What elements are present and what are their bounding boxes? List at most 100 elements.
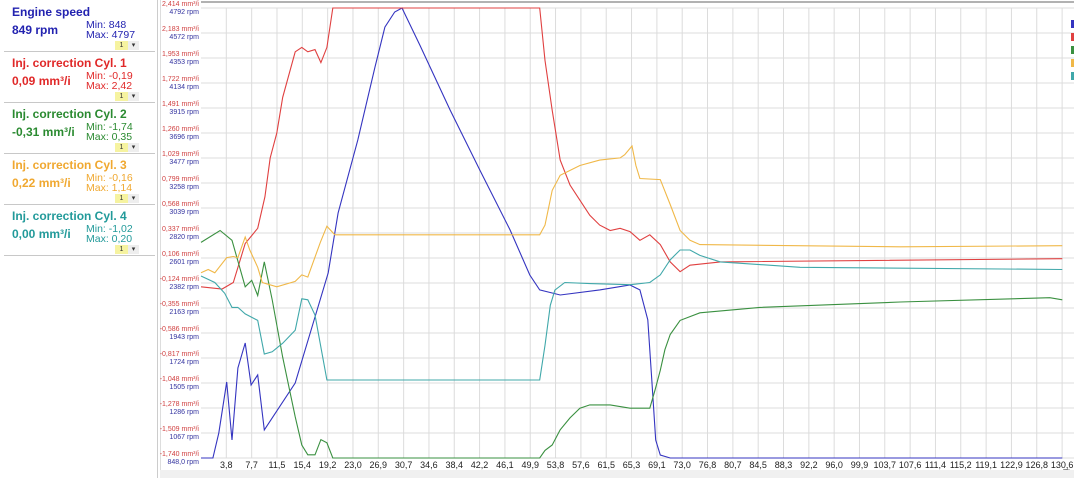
channel-value: 849 rpm: [12, 23, 59, 37]
x-tick-label: 103,7: [874, 460, 897, 470]
x-tick-label: 107,6: [899, 460, 922, 470]
x-tick-label: 53,8: [547, 460, 565, 470]
horizontal-scrollbar[interactable]: [160, 470, 1074, 478]
y-left-tick-label: -1,048 mm³/i: [160, 376, 199, 383]
x-tick-label: 119,1: [975, 460, 997, 470]
x-tick-label: 38,4: [445, 460, 463, 470]
channel-title: Engine speed: [12, 5, 91, 19]
y-right-tick-label: 4792 rpm: [169, 9, 199, 16]
scale-value: 1: [115, 41, 128, 50]
channel-max: Max: 0,35: [86, 131, 133, 143]
y-left-tick-label: -0,586 mm³/i: [160, 326, 199, 333]
x-tick-label: 3,8: [220, 460, 233, 470]
chevron-down-icon: ▾: [128, 245, 139, 254]
y-left-tick-label: 2,183 mm³/i: [162, 26, 199, 33]
y-right-tick-label: 3696 rpm: [169, 134, 199, 141]
x-tick-label: 76,8: [699, 460, 717, 470]
y-right-tick-label: 1067 rpm: [169, 434, 199, 441]
x-tick-label: 49,9: [521, 460, 539, 470]
chevron-down-icon: ▾: [128, 143, 139, 152]
x-tick-label: 92,2: [800, 460, 818, 470]
y-left-tick-label: 0,799 mm³/i: [162, 176, 199, 183]
x-tick-label: 11,5: [269, 460, 286, 470]
channel-title: Inj. correction Cyl. 3: [12, 158, 127, 172]
x-tick-label: 34,6: [420, 460, 438, 470]
y-left-tick-label: 0,568 mm³/i: [162, 201, 199, 208]
scale-select[interactable]: 1 ▾: [115, 41, 141, 50]
channel-block[interactable]: Inj. correction Cyl. 2 -0,31 mm³/i Min: …: [4, 103, 155, 154]
y-right-tick-label: 4353 rpm: [169, 59, 199, 66]
y-left-tick-label: -1,509 mm³/i: [160, 426, 199, 433]
channel-value: 0,00 mm³/i: [12, 227, 71, 241]
channel-block[interactable]: Inj. correction Cyl. 3 0,22 mm³/i Min: -…: [4, 154, 155, 205]
y-right-tick-label: 2820 rpm: [169, 234, 199, 241]
y-right-tick-label: 2163 rpm: [169, 309, 199, 316]
x-tick-label: 73,0: [673, 460, 691, 470]
channel-value: -0,31 mm³/i: [12, 125, 75, 139]
x-tick-label: 88,3: [775, 460, 793, 470]
scale-select[interactable]: 1 ▾: [115, 245, 141, 254]
y-right-tick-label: 1505 rpm: [169, 384, 199, 391]
channel-block[interactable]: Engine speed 849 rpm Min: 848 Max: 4797 …: [4, 1, 155, 52]
x-tick-label: 126,8: [1025, 460, 1048, 470]
y-left-tick-label: -1,278 mm³/i: [160, 401, 199, 408]
channel-title: Inj. correction Cyl. 4: [12, 209, 127, 223]
channel-value: 0,22 mm³/i: [12, 176, 71, 190]
scale-select[interactable]: 1 ▾: [115, 194, 141, 203]
channel-title: Inj. correction Cyl. 2: [12, 107, 127, 121]
y-left-tick-label: 0,337 mm³/i: [162, 226, 199, 233]
x-tick-label: 30,7: [395, 460, 413, 470]
chevron-down-icon: ▾: [128, 41, 139, 50]
x-tick-label: 69,1: [648, 460, 666, 470]
scale-value: 1: [115, 92, 128, 101]
y-right-tick-label: 1286 rpm: [169, 409, 199, 416]
y-left-tick-label: -1,740 mm³/i: [160, 451, 199, 458]
x-tick-label: 115,2: [950, 460, 972, 470]
y-left-tick-label: 0,106 mm³/i: [162, 251, 199, 258]
x-tick-label: 19,2: [319, 460, 337, 470]
y-right-tick-label: 3039 rpm: [169, 209, 199, 216]
x-tick-label: 57,6: [572, 460, 590, 470]
scale-value: 1: [115, 245, 128, 254]
scale-value: 1: [115, 194, 128, 203]
chevron-down-icon: ▾: [128, 194, 139, 203]
scale-value: 1: [115, 143, 128, 152]
chevron-down-icon: ▾: [128, 92, 139, 101]
y-left-tick-label: -0,817 mm³/i: [160, 351, 199, 358]
x-tick-label: 99,9: [851, 460, 869, 470]
x-tick-label: 15,4: [294, 460, 312, 470]
x-tick-label: 96,0: [825, 460, 843, 470]
y-right-tick-label: 1943 rpm: [169, 334, 199, 341]
scale-select[interactable]: 1 ▾: [115, 143, 141, 152]
y-right-tick-label: 2382 rpm: [169, 284, 199, 291]
channel-max: Max: 4797: [86, 29, 136, 41]
scale-select[interactable]: 1 ▾: [115, 92, 141, 101]
y-right-tick-label: 3477 rpm: [169, 159, 199, 166]
x-tick-label: 84,5: [749, 460, 767, 470]
y-right-tick-label: 3915 rpm: [169, 109, 199, 116]
y-left-tick-label: 1,029 mm³/i: [162, 151, 199, 158]
channel-value: 0,09 mm³/i: [12, 74, 71, 88]
y-right-tick-label: 848,0 rpm: [167, 459, 199, 466]
y-left-tick-label: 1,953 mm³/i: [162, 51, 199, 58]
x-tick-label: 122,9: [1000, 460, 1023, 470]
x-tick-label: 111,4: [925, 460, 946, 470]
channel-max: Max: 2,42: [86, 80, 133, 92]
y-left-tick-label: -0,355 mm³/i: [160, 301, 199, 308]
y-right-tick-label: 4572 rpm: [169, 34, 199, 41]
channel-block[interactable]: Inj. correction Cyl. 4 0,00 mm³/i Min: -…: [4, 205, 155, 256]
x-tick-label: 80,7: [724, 460, 742, 470]
y-left-tick-label: 1,260 mm³/i: [162, 126, 199, 133]
y-left-tick-label: -0,124 mm³/i: [160, 276, 199, 283]
y-left-tick-label: 1,722 mm³/i: [162, 76, 199, 83]
x-tick-label: 65,3: [623, 460, 641, 470]
x-tick-label: 46,1: [496, 460, 514, 470]
x-tick-label: 7,7: [245, 460, 258, 470]
channel-title: Inj. correction Cyl. 1: [12, 56, 127, 70]
x-tick-label: 26,9: [370, 460, 388, 470]
channel-panel: Engine speed 849 rpm Min: 848 Max: 4797 …: [0, 0, 158, 478]
x-tick-label: 23,0: [344, 460, 362, 470]
y-right-tick-label: 3258 rpm: [169, 184, 199, 191]
channel-max: Max: 0,20: [86, 233, 133, 245]
channel-block[interactable]: Inj. correction Cyl. 1 0,09 mm³/i Min: -…: [4, 52, 155, 103]
